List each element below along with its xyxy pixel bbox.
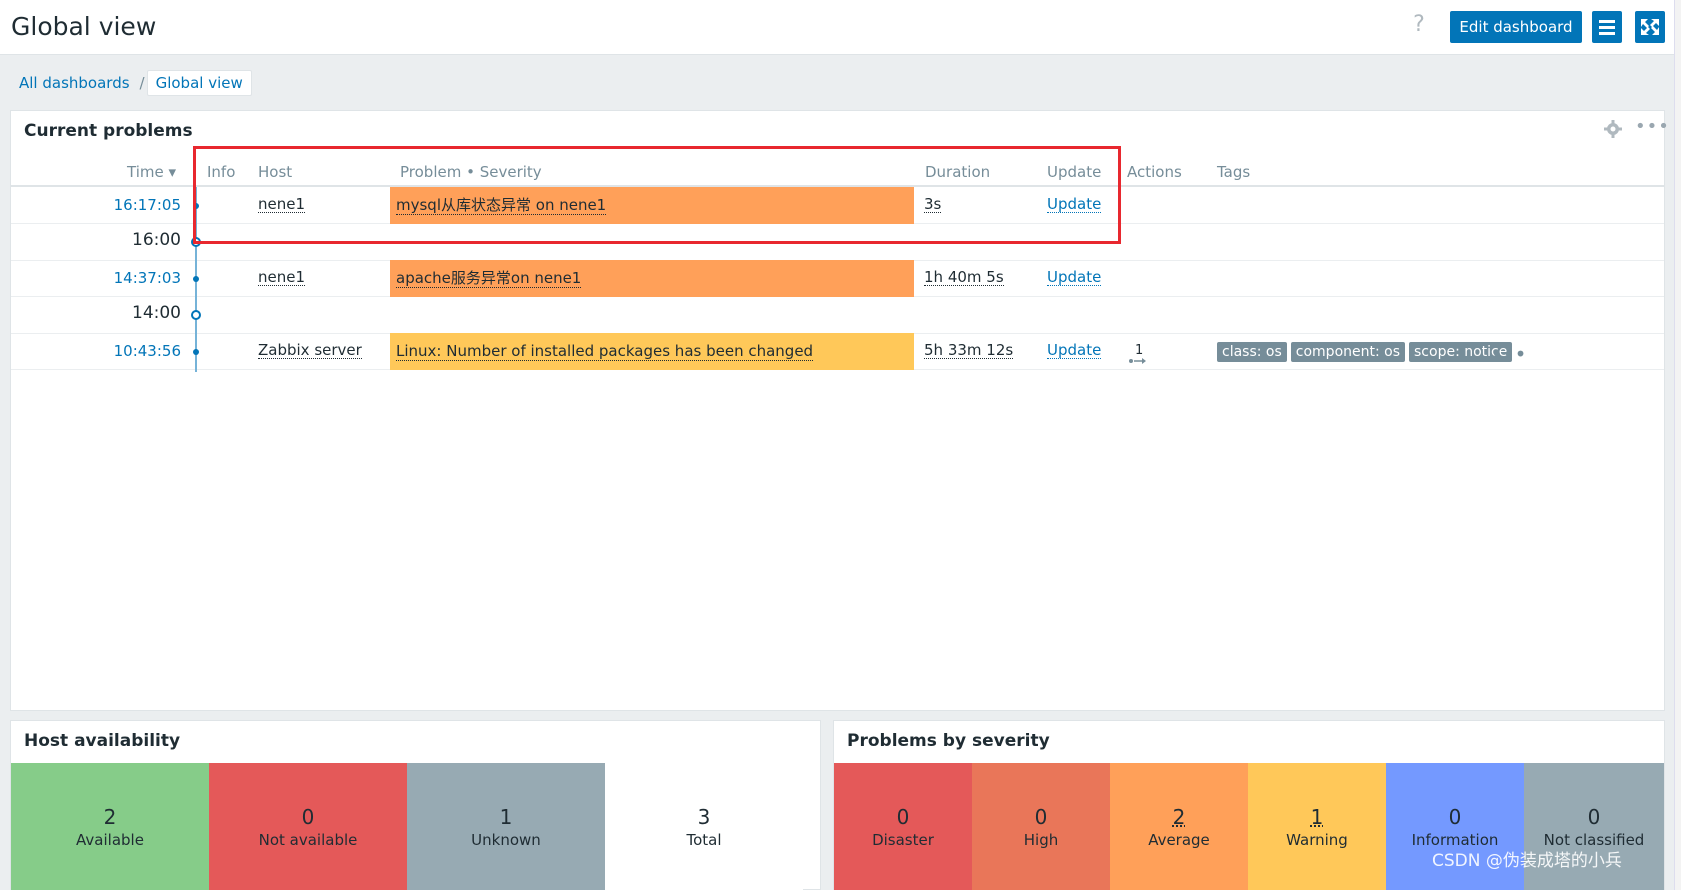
tile-label: Total <box>686 831 722 849</box>
tile-label: Average <box>1148 831 1210 849</box>
column-problem-severity: Problem • Severity <box>400 163 542 181</box>
tag-badge[interactable]: component: os <box>1290 342 1406 362</box>
problem-link[interactable]: apache服务异常on nene1 <box>396 269 582 288</box>
warning-tile[interactable]: 1 Warning <box>1248 763 1386 890</box>
edit-dashboard-button[interactable]: Edit dashboard <box>1450 11 1582 43</box>
duration-link[interactable]: 1h 40m 5s <box>924 269 1004 286</box>
widget-title: Host availability <box>24 731 181 751</box>
problem-link[interactable]: mysql从库状态异常 on nene1 <box>396 196 607 215</box>
actions-icon[interactable]: 1 <box>1127 342 1151 368</box>
duration-link[interactable]: 5h 33m 12s <box>924 342 1014 359</box>
host-link[interactable]: nene1 <box>258 269 306 286</box>
timeline-dot <box>193 203 199 209</box>
column-actions: Actions <box>1127 163 1182 181</box>
host-link[interactable]: nene1 <box>258 196 306 213</box>
time-mark: 14:00 <box>132 303 181 323</box>
tile-label: Unknown <box>471 831 541 849</box>
time-mark: 16:00 <box>132 230 181 250</box>
help-icon[interactable]: ? <box>1409 12 1429 38</box>
time-mark-row: 14:00 <box>11 297 1664 334</box>
timeline-dot <box>193 349 199 355</box>
time-mark-row: 16:00 <box>11 224 1664 261</box>
duration-link[interactable]: 3s <box>924 196 942 213</box>
tile-label: Warning <box>1286 831 1348 849</box>
column-update: Update <box>1047 163 1102 181</box>
tag-badge[interactable]: class: os <box>1217 342 1287 362</box>
not-available-tile[interactable]: 0 Not available <box>209 763 407 890</box>
tile-count: 0 <box>896 805 910 829</box>
tile-count: 1 <box>1310 805 1324 829</box>
tile-label: Available <box>76 831 144 849</box>
page-header: Global view ? Edit dashboard <box>0 0 1681 55</box>
timeline-dot <box>193 276 199 282</box>
scrollbar[interactable] <box>1674 0 1681 890</box>
breadcrumb-separator: / <box>139 73 145 92</box>
tile-count: 1 <box>499 805 513 829</box>
tile-label: Not available <box>258 831 358 849</box>
breadcrumb-current[interactable]: Global view <box>146 69 252 96</box>
time-link[interactable]: 10:43:56 <box>11 342 181 360</box>
tile-count: 0 <box>1034 805 1048 829</box>
tile-count: 0 <box>301 805 315 829</box>
unknown-tile[interactable]: 1 Unknown <box>407 763 605 890</box>
breadcrumb-all-dashboards[interactable]: All dashboards <box>11 74 138 92</box>
column-time[interactable]: Time ▾ <box>127 163 176 181</box>
timeline-marker <box>191 310 201 320</box>
tile-label: High <box>1023 831 1059 849</box>
problem-cell: Linux: Number of installed packages has … <box>390 333 914 370</box>
total-tile: 3 Total <box>605 763 803 890</box>
column-host: Host <box>258 163 293 181</box>
update-link[interactable]: Update <box>1047 196 1102 213</box>
available-tile[interactable]: 2 Available <box>11 763 209 890</box>
more-tags-icon[interactable]: ••• <box>1491 342 1526 366</box>
high-tile[interactable]: 0 High <box>972 763 1110 890</box>
actions-count: 1 <box>1135 343 1143 358</box>
column-info: Info <box>207 163 236 181</box>
average-tile[interactable]: 2 Average <box>1110 763 1248 890</box>
menu-icon[interactable] <box>1592 11 1622 43</box>
tags-list: class: os component: os scope: notice <box>1217 342 1513 362</box>
gear-icon[interactable] <box>1603 119 1623 139</box>
tile-count: 2 <box>103 805 117 829</box>
timeline-marker <box>191 237 201 247</box>
time-link[interactable]: 16:17:05 <box>11 196 181 214</box>
availability-tiles: 2 Available 0 Not available 1 Unknown 3 … <box>11 763 803 890</box>
page-title: Global view <box>11 12 157 41</box>
table-row: 14:37:03 nene1 apache服务异常on nene1 1h 40m… <box>11 260 1664 297</box>
table-header: Time ▾ Info Host Problem • Severity Dura… <box>11 157 1664 187</box>
column-tags: Tags <box>1217 163 1251 181</box>
time-link[interactable]: 14:37:03 <box>11 269 181 287</box>
problem-cell: mysql从库状态异常 on nene1 <box>390 187 914 224</box>
update-link[interactable]: Update <box>1047 342 1102 359</box>
widget-title: Problems by severity <box>847 731 1050 751</box>
breadcrumb: All dashboards / Global view <box>11 69 252 96</box>
problem-link[interactable]: Linux: Number of installed packages has … <box>396 342 814 361</box>
host-availability-widget: Host availability 2 Available 0 Not avai… <box>10 720 821 890</box>
disaster-tile[interactable]: 0 Disaster <box>834 763 972 890</box>
current-problems-widget: Current problems ••• Time ▾ Info Host Pr… <box>10 110 1669 711</box>
table-row: 16:17:05 nene1 mysql从库状态异常 on nene1 3s U… <box>11 187 1664 224</box>
more-options-icon[interactable]: ••• <box>1635 116 1669 137</box>
update-link[interactable]: Update <box>1047 269 1102 286</box>
host-link[interactable]: Zabbix server <box>258 342 362 359</box>
tile-count: 0 <box>1587 805 1601 829</box>
column-duration: Duration <box>925 163 991 181</box>
tile-count: 2 <box>1172 805 1186 829</box>
tile-count: 3 <box>697 805 711 829</box>
watermark: CSDN @伪装成塔的小兵 <box>1432 851 1622 871</box>
table-row: 10:43:56 Zabbix server Linux: Number of … <box>11 333 1664 370</box>
problem-cell: apache服务异常on nene1 <box>390 260 914 297</box>
tile-label: Disaster <box>872 831 934 849</box>
widget-title: Current problems <box>24 121 193 141</box>
fullscreen-icon[interactable] <box>1635 11 1665 43</box>
tile-count: 0 <box>1448 805 1462 829</box>
